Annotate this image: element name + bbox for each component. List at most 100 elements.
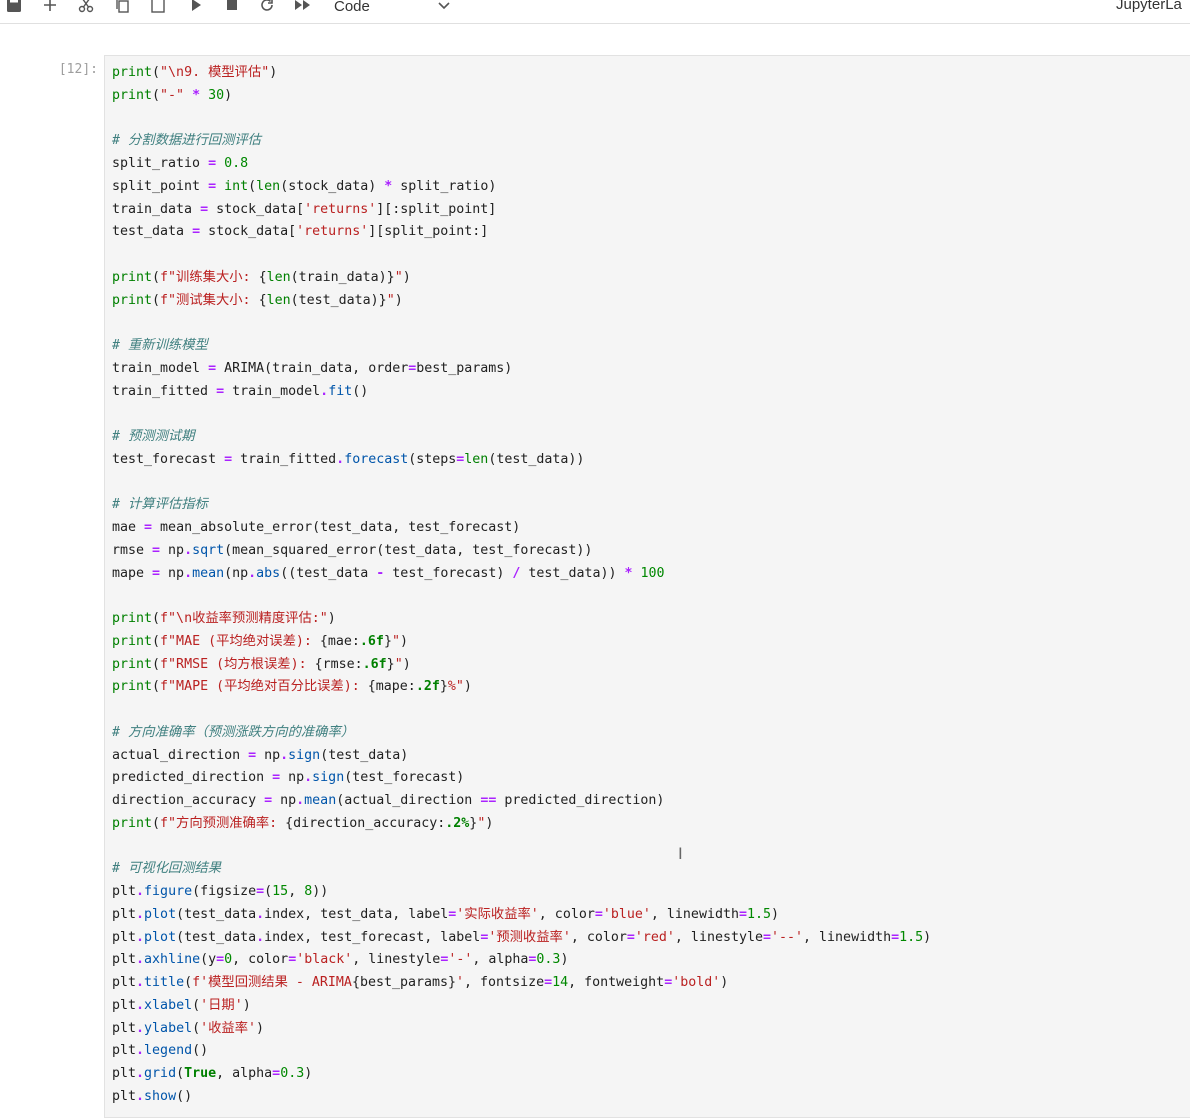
- code-line: # 预测测试期: [112, 426, 931, 449]
- code-token: .: [136, 884, 145, 899]
- code-token: plt: [112, 952, 137, 968]
- code-line: test_forecast = train_fitted.forecast(st…: [112, 449, 931, 472]
- code-token: ,: [288, 884, 305, 899]
- code-token: len: [266, 292, 291, 308]
- code-token: , fontweight: [568, 975, 665, 990]
- code-token: test_data)): [520, 565, 625, 581]
- code-token: (: [184, 975, 193, 990]
- code-token: (: [192, 1020, 201, 1036]
- code-block[interactable]: print("\n9. 模型评估") print("-" * 30) # 分割数据…: [112, 62, 931, 1109]
- code-token: }: [383, 633, 392, 649]
- app-brand: JupyterLa: [1116, 0, 1182, 13]
- save-button[interactable]: [2, 0, 26, 16]
- code-token: .: [248, 565, 257, 581]
- code-token: ": [386, 292, 395, 308]
- code-token: =: [762, 929, 771, 945]
- code-token: plt: [112, 929, 137, 945]
- code-line: print(f"MAE (平均绝对误差): {mae:.6f}"): [112, 631, 931, 654]
- code-token: ): [923, 929, 932, 945]
- code-token: # 可视化回测结果: [112, 861, 222, 877]
- code-line: predicted_direction = np.sign(test_forec…: [112, 767, 931, 790]
- code-token: f'模型回测结果 - ARIMA: [192, 975, 352, 990]
- code-token: =: [208, 156, 217, 171]
- code-token: (test_data): [320, 747, 409, 763]
- code-token: print: [112, 87, 153, 103]
- code-token: (test_data)): [488, 451, 585, 467]
- restart-run-all-button[interactable]: [291, 0, 315, 16]
- code-token: '-': [448, 952, 473, 968]
- code-token: sqrt: [192, 542, 225, 558]
- code-token: 1.5: [899, 929, 924, 945]
- cell-prompt: [12]:: [58, 62, 98, 77]
- code-token: 100: [640, 565, 665, 581]
- code-line: plt.legend(): [112, 1040, 931, 1063]
- code-token: .: [280, 747, 289, 763]
- code-line: plt.plot(test_data.index, test_data, lab…: [112, 904, 931, 927]
- copy-button[interactable]: [110, 0, 134, 16]
- code-token: print: [112, 292, 153, 308]
- code-token: ): [463, 679, 472, 695]
- code-token: 'blue': [602, 906, 651, 922]
- code-token: figure: [144, 884, 193, 899]
- code-token: ==: [480, 793, 497, 808]
- code-token: =: [208, 360, 217, 376]
- code-token: f"\n收益率预测精度评估:": [160, 611, 328, 626]
- code-token: train_fitted: [232, 451, 337, 467]
- code-token: (: [264, 884, 273, 899]
- code-token: print: [112, 633, 153, 649]
- code-token: '实际收益率': [456, 906, 539, 922]
- code-token: plt: [112, 1066, 137, 1081]
- code-token: =: [272, 770, 281, 786]
- run-button[interactable]: [184, 0, 208, 16]
- code-token: grid: [144, 1066, 177, 1081]
- restart-button[interactable]: [255, 0, 279, 16]
- code-token: split_ratio): [392, 178, 497, 194]
- cell-type-select[interactable]: Code: [334, 0, 450, 16]
- code-token: 'red': [634, 929, 675, 945]
- code-token: train_fitted: [112, 383, 217, 399]
- code-token: =: [594, 906, 603, 922]
- insert-cell-button[interactable]: [38, 0, 62, 16]
- code-line: test_data = stock_data['returns'][split_…: [112, 221, 931, 244]
- code-token: {mae:: [319, 633, 360, 649]
- code-token: (: [152, 87, 161, 103]
- refresh-icon: [261, 0, 273, 11]
- code-token: (: [248, 178, 257, 194]
- code-token: .: [136, 929, 145, 945]
- code-token: , alpha: [472, 952, 529, 968]
- code-token: 0.3: [280, 1066, 305, 1081]
- code-line: mape = np.mean(np.abs((test_data - test_…: [112, 563, 931, 586]
- code-token: )): [312, 884, 329, 899]
- code-token: np: [160, 565, 185, 581]
- code-token: =: [144, 520, 153, 535]
- code-token: =: [626, 929, 635, 945]
- paste-button[interactable]: [146, 0, 170, 16]
- code-token: =: [200, 201, 209, 217]
- fast-forward-icon: [295, 0, 310, 10]
- code-token: plt: [112, 1088, 137, 1104]
- code-token: =: [248, 747, 257, 763]
- code-token: ylabel: [144, 1020, 193, 1036]
- code-token: train_data: [112, 201, 201, 217]
- interrupt-button[interactable]: [220, 0, 244, 16]
- code-token: sign: [312, 770, 345, 786]
- code-token: f"MAPE (平均绝对百分比误差):: [160, 679, 368, 695]
- code-token: (: [176, 1066, 185, 1081]
- code-token: (np: [224, 565, 249, 581]
- code-token: *: [192, 87, 201, 103]
- code-token: ": [394, 656, 403, 672]
- notebook-toolbar: Code JupyterLa: [0, 0, 1190, 24]
- copy-icon: [116, 0, 129, 13]
- code-token: (: [152, 611, 161, 626]
- code-line: train_fitted = train_model.fit(): [112, 381, 931, 404]
- code-token: ((test_data: [280, 565, 377, 581]
- code-token: .6f: [359, 633, 384, 649]
- code-line: # 分割数据进行回测评估: [112, 130, 931, 153]
- code-token: =: [288, 952, 297, 968]
- code-line: print(f"MAPE (平均绝对百分比误差): {mape:.2f}%"): [112, 676, 931, 699]
- code-token: split_point: [112, 178, 209, 194]
- code-line: print("\n9. 模型评估"): [112, 62, 931, 85]
- code-token: }: [386, 656, 395, 672]
- cut-button[interactable]: [74, 0, 98, 16]
